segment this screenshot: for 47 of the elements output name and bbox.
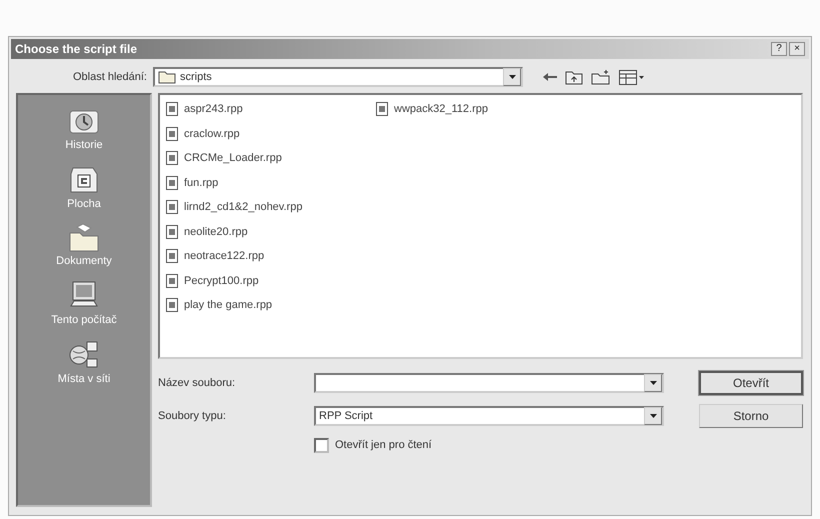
file-type-value: RPP Script [319,410,373,422]
close-button[interactable]: × [789,42,805,56]
dropdown-button[interactable] [644,374,662,392]
look-in-label: Oblast hledání: [72,71,147,83]
dropdown-button[interactable] [644,407,662,425]
new-folder-icon[interactable] [591,70,611,84]
file-type-dropdown[interactable]: RPP Script [314,406,664,426]
file-item[interactable]: aspr243.rpp [164,102,245,116]
file-icon [166,298,178,312]
file-item[interactable]: neolite20.rpp [164,224,250,239]
view-menu-icon[interactable] [619,70,645,84]
file-item[interactable]: CRCMe_Loader.rpp [164,151,284,166]
file-item[interactable]: neotrace122.rpp [164,249,266,264]
file-name-label: Název souboru: [158,377,236,389]
file-item[interactable]: craclow.rpp [164,126,242,141]
file-icon [166,249,178,264]
file-icon [166,151,178,166]
read-only-label: Otevřít jen pro čtení [335,439,432,451]
file-icon [166,200,178,214]
file-icon [166,274,178,288]
file-name-field[interactable] [314,373,664,393]
read-only-checkbox[interactable] [314,438,329,452]
back-arrow-icon[interactable] [543,73,557,81]
file-icon [376,102,388,116]
up-folder-icon[interactable] [565,70,583,84]
file-icon [166,102,178,116]
file-icon [166,176,178,190]
file-icon [166,224,178,239]
file-item[interactable]: fun.rpp [164,176,220,190]
look-in-value: scripts [180,71,212,83]
file-item[interactable]: Pecrypt100.rpp [164,274,261,288]
folder-icon [158,70,176,84]
caret-icon [650,414,656,418]
help-button[interactable]: ? [771,42,787,56]
caret-icon [508,75,516,79]
caret-icon [650,381,656,385]
file-item[interactable]: wwpack32_112.rpp [374,102,490,116]
file-icon [166,126,178,141]
file-type-label: Soubory typu: [158,410,227,422]
window-title: Choose the script file [15,42,138,56]
file-item[interactable]: play the game.rpp [164,298,274,312]
dropdown-button[interactable] [503,68,521,86]
open-button[interactable]: Otevřít [699,371,803,395]
folder-icon [67,223,101,253]
file-item[interactable]: lirnd2_cd1&2_nohev.rpp [164,200,304,214]
cancel-button[interactable]: Storno [699,404,803,428]
look-in-dropdown[interactable]: scripts [153,67,523,87]
